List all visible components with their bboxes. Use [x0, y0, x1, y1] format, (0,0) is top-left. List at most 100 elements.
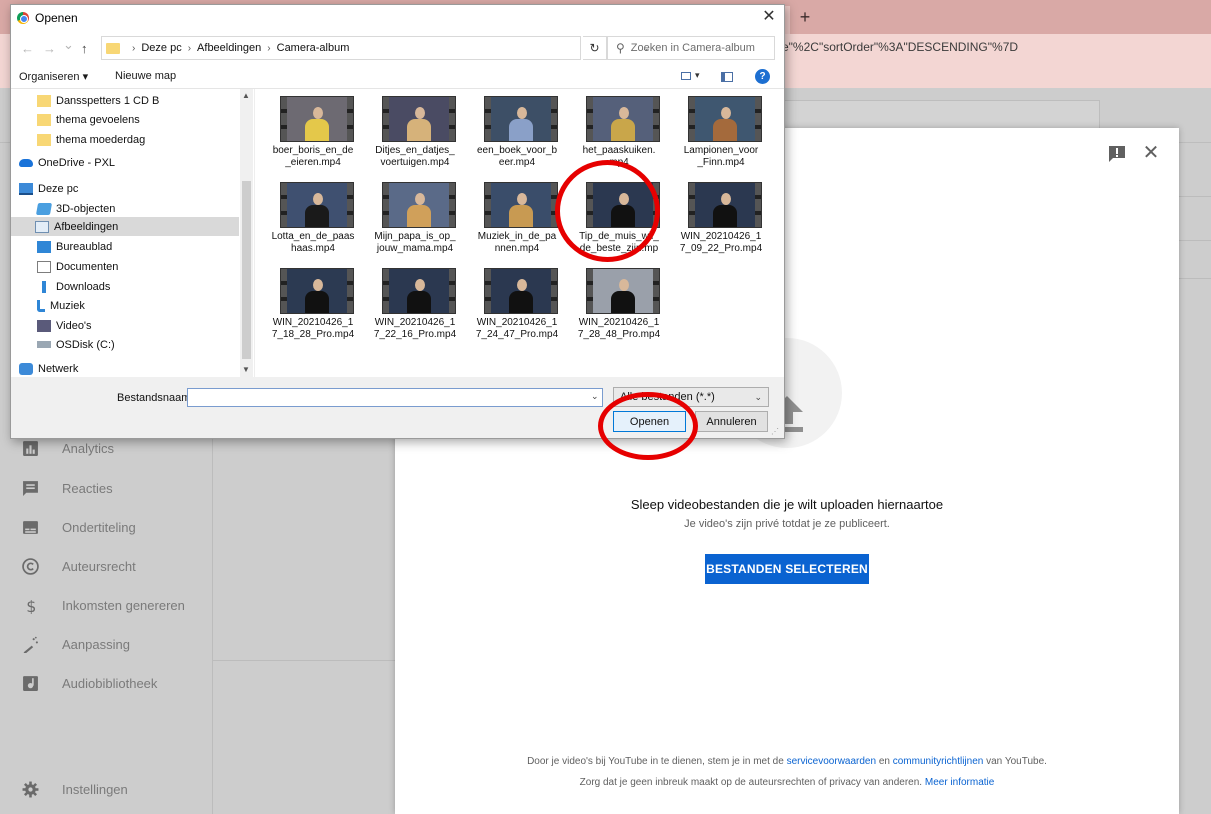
- url-text[interactable]: e"%2C"sortOrder"%3A"DESCENDING"%7D: [782, 40, 1018, 54]
- breadcrumb-item-this-pc[interactable]: Deze pc: [141, 42, 181, 54]
- tree-item-netwerk[interactable]: Netwerk: [19, 359, 78, 377]
- file-name-line: voertuigen.mp4: [380, 157, 450, 168]
- file-name-line: 7_28_48_Pro.mp4: [577, 329, 661, 340]
- feedback-icon[interactable]: [1107, 144, 1127, 164]
- file-item[interactable]: WIN_20210426_1 7_28_48_Pro.mp4: [565, 261, 665, 347]
- file-item[interactable]: WIN_20210426_1 7_18_28_Pro.mp4: [259, 261, 359, 347]
- file-item[interactable]: het_paaskuiken. mp4: [565, 89, 665, 175]
- scroll-up-icon[interactable]: ▲: [242, 91, 250, 100]
- file-item[interactable]: boer_boris_en_de _eieren.mp4: [259, 89, 359, 175]
- sidebar-item-instellingen[interactable]: Instellingen: [20, 777, 210, 801]
- forward-arrow-icon[interactable]: →: [43, 41, 56, 56]
- tree-item-video-s[interactable]: Video's: [37, 316, 92, 335]
- file-name: het_paaskuiken. mp4: [565, 145, 673, 169]
- tree-item-osdisk-c[interactable]: OSDisk (C:): [37, 335, 115, 354]
- terms-text: en: [876, 756, 893, 767]
- preview-pane-icon[interactable]: [721, 72, 733, 82]
- tree-item-bureaublad[interactable]: Bureaublad: [37, 237, 112, 256]
- search-input[interactable]: ⚲ Zoeken in Camera-album: [607, 36, 775, 60]
- file-item[interactable]: Ditjes_en_datjes_ voertuigen.mp4: [361, 89, 461, 175]
- music-icon: [37, 299, 45, 312]
- help-icon[interactable]: ?: [755, 69, 770, 84]
- file-name-line: jouw_mama.mp4: [376, 243, 454, 254]
- tree-item-label: Downloads: [56, 280, 111, 293]
- dialog-title-bar[interactable]: Openen ✕: [11, 5, 784, 31]
- tree-item-label: Deze pc: [38, 182, 79, 195]
- resize-grip-icon[interactable]: ⋰: [771, 427, 779, 436]
- breadcrumb[interactable]: › Deze pc › Afbeeldingen › Camera-album …: [101, 36, 650, 60]
- navigation-scroll-thumb[interactable]: [242, 181, 251, 359]
- file-item[interactable]: Mijn_papa_is_op_ jouw_mama.mp4: [361, 175, 461, 261]
- filename-input[interactable]: [187, 388, 603, 407]
- copyright-icon: [20, 556, 40, 576]
- chevron-down-icon: ⌄: [754, 392, 762, 402]
- dialog-title: Openen: [35, 11, 78, 25]
- sidebar-item-audiobibliotheek[interactable]: Audiobibliotheek: [20, 671, 210, 695]
- filetype-value: Alle bestanden (*.*): [620, 391, 715, 403]
- sidebar-item-ondertiteling[interactable]: Ondertiteling: [20, 515, 210, 539]
- video-thumbnail-icon: [280, 96, 354, 142]
- file-item[interactable]: Tip_de_muis_wil_ de_beste_zijn.mp: [565, 175, 665, 261]
- select-files-button[interactable]: BESTANDEN SELECTEREN: [705, 554, 869, 584]
- file-item[interactable]: Lampionen_voor _Finn.mp4: [667, 89, 767, 175]
- new-tab-button[interactable]: +: [792, 6, 818, 30]
- filetype-select[interactable]: Alle bestanden (*.*) ⌄: [613, 387, 769, 407]
- video-thumbnail-icon: [280, 182, 354, 228]
- sidebar-item-auteursrecht[interactable]: Auteursrecht: [20, 554, 210, 578]
- recent-locations-icon[interactable]: ⌄: [63, 37, 74, 53]
- breadcrumb-separator: ›: [187, 42, 192, 54]
- organize-button[interactable]: Organiseren ▾: [19, 70, 88, 83]
- terms-text: Door je video's bij YouTube in te dienen…: [527, 756, 787, 767]
- dialog-close-button[interactable]: ✕: [759, 7, 779, 27]
- tree-item-label: 3D-objecten: [56, 202, 116, 215]
- tree-item-muziek[interactable]: Muziek: [37, 296, 85, 315]
- gear-icon: [20, 779, 40, 799]
- breadcrumb-item-camera-album[interactable]: Camera-album: [277, 42, 350, 54]
- tree-item-onedrive-pxl[interactable]: OneDrive - PXL: [19, 153, 115, 172]
- tree-item-deze-pc[interactable]: Deze pc: [19, 179, 78, 198]
- chevron-down-icon[interactable]: ⌄: [591, 391, 599, 402]
- up-arrow-icon[interactable]: ↑: [81, 41, 88, 56]
- community-guidelines-link[interactable]: communityrichtlijnen: [893, 756, 984, 767]
- sidebar-item-inkomsten-genereren[interactable]: $ Inkomsten genereren: [20, 593, 210, 617]
- cancel-button[interactable]: Annuleren: [695, 411, 768, 432]
- open-button[interactable]: Openen: [613, 411, 686, 432]
- file-item[interactable]: Muziek_in_de_pa nnen.mp4: [463, 175, 563, 261]
- tree-item-label: OSDisk (C:): [56, 338, 115, 351]
- copyright-text: Zorg dat je geen inbreuk maakt op de aut…: [579, 777, 925, 788]
- sidebar-item-label: Reacties: [62, 480, 113, 496]
- sidebar-item-analytics[interactable]: Analytics: [20, 436, 210, 460]
- back-arrow-icon[interactable]: ←: [21, 41, 34, 56]
- sidebar-item-reacties[interactable]: Reacties: [20, 476, 210, 500]
- terms-of-service-link[interactable]: servicevoorwaarden: [787, 756, 877, 767]
- scroll-down-icon[interactable]: ▼: [242, 365, 250, 374]
- tree-item-3d-objecten[interactable]: 3D-objecten: [35, 199, 116, 218]
- tree-item-afbeeldingen[interactable]: Afbeeldingen: [11, 217, 239, 236]
- tree-item-downloads[interactable]: Downloads: [37, 277, 110, 296]
- filename-label: Bestandsnaam:: [117, 392, 194, 404]
- tree-item-documenten[interactable]: Documenten: [37, 257, 118, 276]
- sidebar-item-aanpassing[interactable]: Aanpassing: [20, 632, 210, 656]
- file-item[interactable]: Lotta_en_de_paas haas.mp4: [259, 175, 359, 261]
- tree-item-thema-moederdag[interactable]: thema moederdag: [37, 130, 145, 149]
- change-view-button[interactable]: ▾: [681, 70, 711, 84]
- search-icon: ⚲: [616, 41, 625, 55]
- close-modal-icon[interactable]: ✕: [1140, 142, 1162, 164]
- file-name-line: haas.mp4: [291, 243, 335, 254]
- tree-item-dansspetters-1-cd-b[interactable]: Dansspetters 1 CD B: [37, 91, 159, 110]
- refresh-button[interactable]: ↻: [583, 36, 607, 60]
- file-item[interactable]: een_boek_voor_b eer.mp4: [463, 89, 563, 175]
- tree-item-thema-gevoelens[interactable]: thema gevoelens: [37, 110, 140, 129]
- breadcrumb-item-pictures[interactable]: Afbeeldingen: [197, 42, 261, 54]
- video-thumbnail-icon: [484, 182, 558, 228]
- file-name-line: mp4: [609, 157, 629, 168]
- file-item[interactable]: WIN_20210426_1 7_22_16_Pro.mp4: [361, 261, 461, 347]
- folder-icon: [106, 42, 120, 54]
- file-item[interactable]: WIN_20210426_1 7_09_22_Pro.mp4: [667, 175, 767, 261]
- tree-item-label: thema moederdag: [56, 133, 146, 146]
- new-folder-button[interactable]: Nieuwe map: [115, 70, 176, 82]
- more-info-link[interactable]: Meer informatie: [925, 777, 994, 788]
- tree-item-label: OneDrive - PXL: [38, 156, 116, 169]
- file-item[interactable]: WIN_20210426_1 7_24_47_Pro.mp4: [463, 261, 563, 347]
- file-list: boer_boris_en_de _eieren.mp4 Ditjes_en_dat…: [254, 89, 784, 377]
